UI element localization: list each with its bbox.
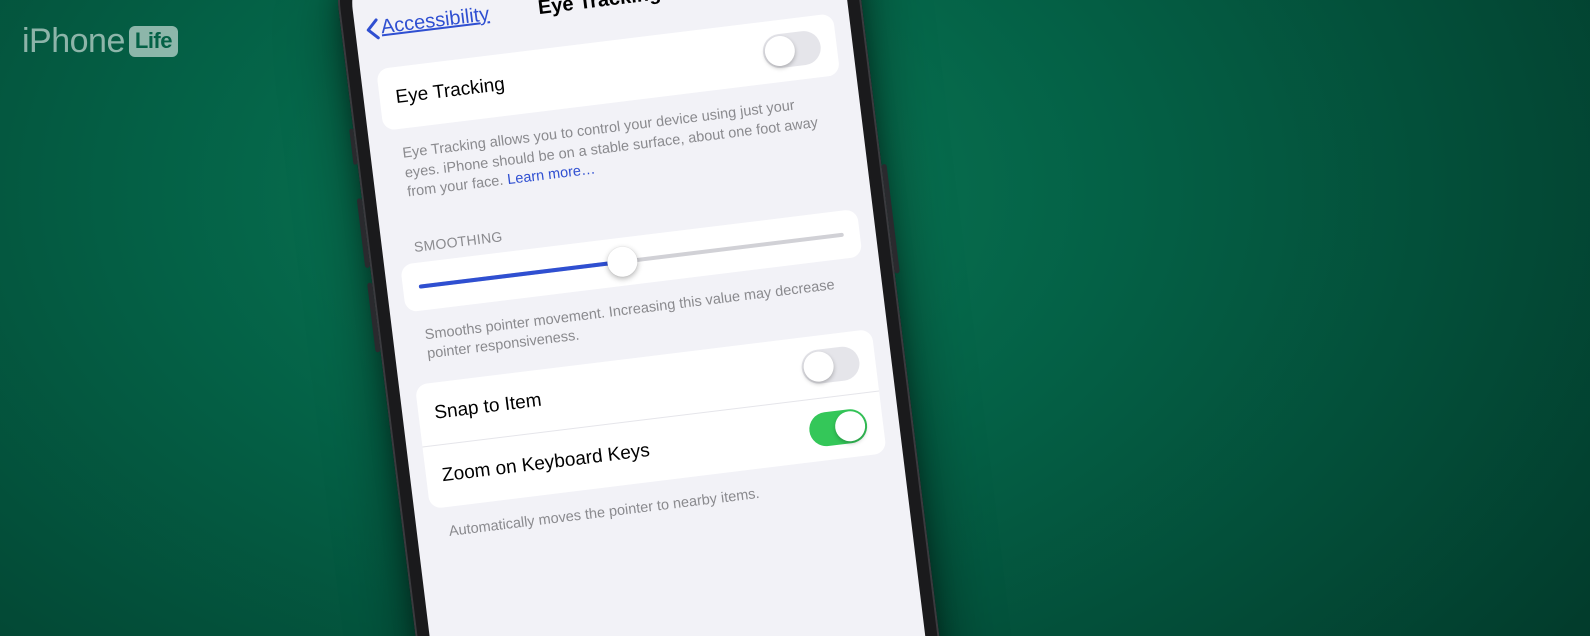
snap-toggle[interactable] xyxy=(800,345,862,386)
watermark-prefix: iPhone xyxy=(22,22,125,61)
phone-frame: 12:20 xyxy=(330,0,973,636)
eye-tracking-label: Eye Tracking xyxy=(394,74,506,109)
zoom-toggle[interactable] xyxy=(807,407,869,448)
settings-content: Eye Tracking Eye Tracking allows you to … xyxy=(359,1,957,636)
hero-image: iPhone Life 12:20 xyxy=(0,0,1590,636)
snap-label: Snap to Item xyxy=(433,390,543,425)
slider-thumb[interactable] xyxy=(606,245,639,278)
zoom-label: Zoom on Keyboard Keys xyxy=(441,440,651,487)
back-button[interactable]: Accessibility xyxy=(364,3,491,41)
chevron-left-icon xyxy=(364,17,381,41)
mute-switch xyxy=(349,129,357,165)
volume-down-button xyxy=(367,282,380,352)
watermark-suffix-box: Life xyxy=(129,26,178,57)
phone-screen: 12:20 xyxy=(346,0,958,636)
iphonelife-watermark: iPhone Life xyxy=(22,22,178,61)
phone-mockup: 12:20 xyxy=(330,0,973,636)
eye-tracking-toggle[interactable] xyxy=(761,29,823,70)
back-label: Accessibility xyxy=(380,3,491,39)
watermark-suffix: Life xyxy=(135,28,172,54)
power-button xyxy=(881,164,899,274)
volume-up-button xyxy=(357,198,370,268)
